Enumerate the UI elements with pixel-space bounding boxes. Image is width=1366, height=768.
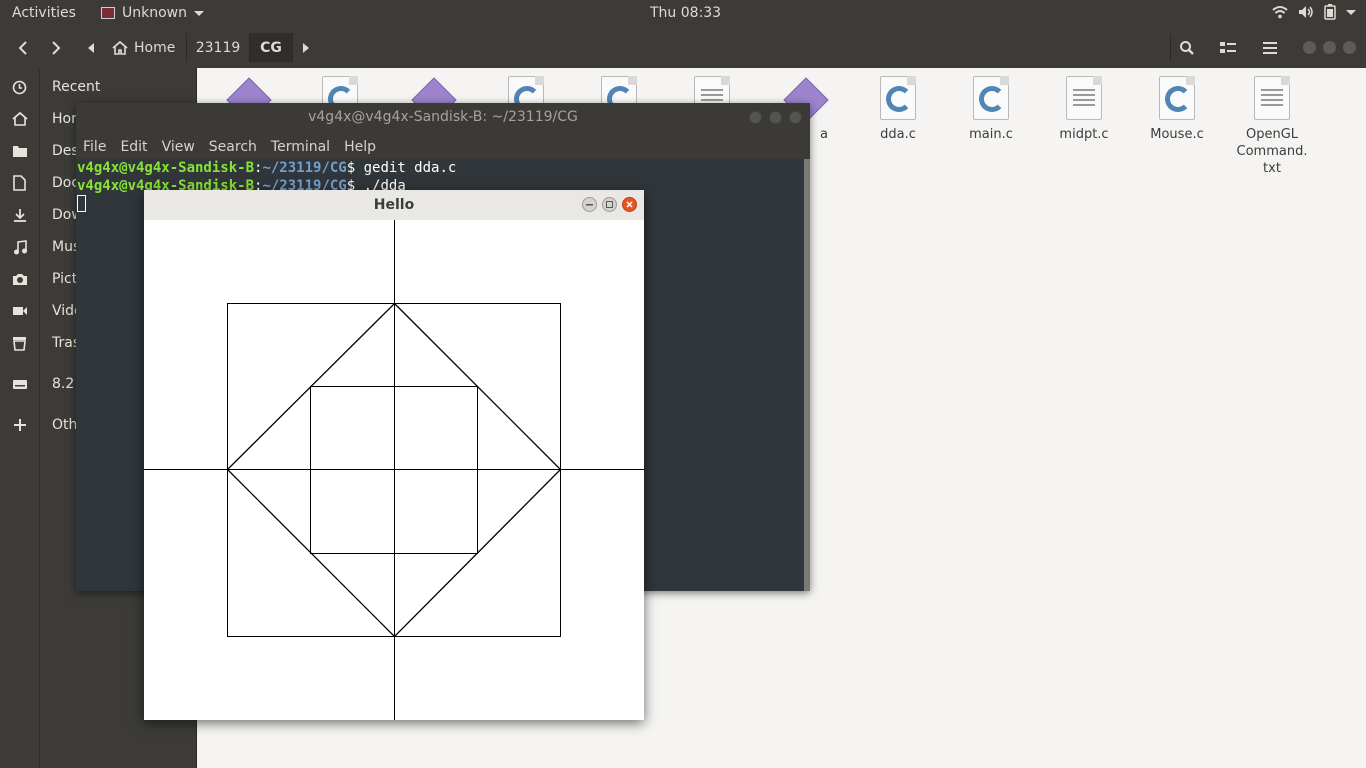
file-item[interactable]: midpt.c bbox=[1039, 76, 1129, 143]
minimize-button[interactable] bbox=[582, 197, 597, 212]
file-name: dda.c bbox=[880, 127, 916, 142]
triangle-right-icon bbox=[303, 42, 309, 53]
drive-icon bbox=[12, 380, 27, 389]
forward-button[interactable] bbox=[43, 34, 69, 61]
app-menu-label: Unknown bbox=[122, 5, 187, 21]
search-icon bbox=[1180, 40, 1194, 55]
file-item[interactable]: dda.c bbox=[853, 76, 943, 143]
breadcrumb-23119[interactable]: 23119 bbox=[187, 33, 250, 62]
maximize-icon bbox=[606, 201, 613, 208]
terminal-cursor bbox=[77, 195, 86, 212]
breadcrumb-home[interactable]: Home bbox=[102, 33, 187, 62]
clock[interactable]: Thu 08:33 bbox=[650, 5, 721, 21]
folder-icon bbox=[12, 146, 27, 157]
terminal-titlebar[interactable]: v4g4x@v4g4x-Sandisk-B: ~/23119/CG bbox=[76, 103, 810, 132]
camera-icon bbox=[12, 274, 27, 285]
view-toggle-button[interactable] bbox=[1212, 34, 1244, 61]
close-button[interactable] bbox=[1343, 41, 1356, 54]
sidebar-item-recent[interactable]: Recent bbox=[0, 71, 196, 103]
text-file-icon bbox=[1254, 76, 1290, 120]
maximize-button[interactable] bbox=[602, 197, 617, 212]
download-icon bbox=[13, 208, 26, 222]
terminal-title: v4g4x@v4g4x-Sandisk-B: ~/23119/CG bbox=[308, 109, 578, 125]
menu-search[interactable]: Search bbox=[202, 132, 264, 159]
app-menu[interactable]: Unknown bbox=[101, 5, 204, 21]
file-item[interactable]: OpenGL Command. txt bbox=[1225, 76, 1319, 177]
chevron-left-icon bbox=[18, 40, 27, 55]
maximize-button[interactable] bbox=[769, 111, 782, 124]
document-icon bbox=[13, 175, 26, 191]
activities-button[interactable]: Activities bbox=[12, 5, 76, 21]
menu-edit[interactable]: Edit bbox=[113, 132, 154, 159]
breadcrumb-label: 23119 bbox=[195, 39, 241, 56]
hamburger-icon bbox=[1263, 41, 1277, 54]
breadcrumb-scroll-left[interactable] bbox=[82, 34, 100, 61]
menu-view[interactable]: View bbox=[155, 132, 202, 159]
list-view-icon bbox=[1220, 41, 1236, 53]
terminal-scrollbar[interactable] bbox=[804, 159, 810, 591]
system-tray[interactable] bbox=[1272, 4, 1356, 20]
close-button[interactable] bbox=[789, 111, 802, 124]
video-icon bbox=[12, 307, 27, 315]
plus-icon bbox=[13, 419, 26, 431]
terminal-line: v4g4x@v4g4x-Sandisk-B:~/23119/CG$ gedit … bbox=[77, 160, 457, 176]
search-button[interactable] bbox=[1170, 34, 1203, 61]
battery-icon bbox=[1324, 4, 1336, 20]
top-panel: Activities Unknown Thu 08:33 bbox=[0, 0, 1366, 27]
file-name: midpt.c bbox=[1059, 127, 1109, 142]
home-icon bbox=[11, 112, 28, 126]
file-name: OpenGL Command. txt bbox=[1236, 127, 1308, 176]
close-button[interactable] bbox=[622, 197, 637, 212]
menu-terminal[interactable]: Terminal bbox=[264, 132, 337, 159]
menu-file[interactable]: File bbox=[76, 132, 113, 159]
clock-icon bbox=[12, 80, 27, 94]
minimize-icon bbox=[586, 203, 593, 205]
window-title: Hello bbox=[373, 197, 415, 213]
volume-icon bbox=[1299, 6, 1313, 18]
hello-titlebar[interactable]: Hello bbox=[144, 190, 644, 221]
breadcrumb-label: CG bbox=[260, 39, 282, 56]
breadcrumb-cg[interactable]: CG bbox=[250, 33, 293, 62]
minimize-button[interactable] bbox=[1303, 41, 1316, 54]
breadcrumb-label: Home bbox=[134, 39, 176, 56]
drawing bbox=[144, 220, 644, 720]
minimize-button[interactable] bbox=[749, 111, 762, 124]
c-source-icon bbox=[1159, 76, 1195, 120]
text-file-icon bbox=[1066, 76, 1102, 120]
system-menu-chevron-icon bbox=[1346, 9, 1356, 15]
terminal-menubar: File Edit View Search Terminal Help bbox=[76, 132, 810, 160]
file-manager-headerbar: Home 23119 CG bbox=[0, 27, 1366, 69]
wifi-icon bbox=[1272, 6, 1288, 19]
maximize-button[interactable] bbox=[1323, 41, 1336, 54]
close-icon bbox=[626, 201, 633, 208]
triangle-left-icon bbox=[88, 42, 94, 53]
app-icon bbox=[101, 7, 115, 19]
chevron-down-icon bbox=[194, 10, 204, 16]
music-icon bbox=[13, 239, 27, 254]
menu-button[interactable] bbox=[1254, 34, 1286, 61]
trash-icon bbox=[13, 336, 26, 351]
menu-help[interactable]: Help bbox=[337, 132, 383, 159]
file-name: main.c bbox=[969, 127, 1013, 142]
chevron-right-icon bbox=[52, 40, 61, 55]
file-item[interactable]: Mouse.c bbox=[1132, 76, 1222, 143]
back-button[interactable] bbox=[10, 34, 36, 61]
opengl-canvas[interactable] bbox=[144, 220, 644, 720]
c-source-icon bbox=[973, 76, 1009, 120]
file-item[interactable]: main.c bbox=[946, 76, 1036, 143]
breadcrumb-scroll-right[interactable] bbox=[298, 34, 314, 61]
file-name: Mouse.c bbox=[1150, 127, 1204, 142]
hello-window[interactable]: Hello bbox=[144, 190, 644, 720]
sidebar-item-label: Recent bbox=[52, 79, 101, 95]
home-icon bbox=[112, 40, 128, 55]
c-source-icon bbox=[880, 76, 916, 120]
